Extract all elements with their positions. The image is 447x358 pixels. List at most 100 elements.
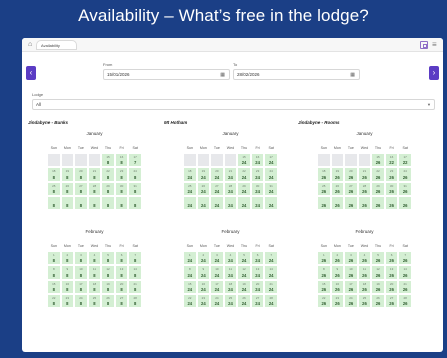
calendar-day[interactable]: 26 24 [237,293,251,308]
calendar-day[interactable]: 7 26 [398,251,412,266]
calendar-day[interactable]: 21 24 [223,167,238,182]
calendar-day[interactable]: 5 24 [237,251,251,266]
calendar-day[interactable]: 14 24 [264,265,278,280]
calendar-day[interactable]: 26 [384,195,399,210]
calendar-day[interactable]: 19 26 [371,279,385,294]
calendar-day[interactable]: 24 8 [128,167,142,182]
to-date-field[interactable]: 28/02/2026 ▦ [233,69,360,80]
calendar-day[interactable]: 12 26 [371,265,385,280]
calendar-day[interactable]: 27 8 [114,293,129,308]
calendar-day[interactable]: 16 26 [330,279,345,294]
calendar-day[interactable]: 11 8 [87,265,102,280]
calendar-day[interactable]: 18 26 [317,167,331,182]
calendar-day[interactable]: 8 [74,195,88,210]
calendar-day[interactable]: 25 24 [223,293,238,308]
calendar-day[interactable]: 30 26 [384,181,399,196]
calendar-day[interactable]: 13 24 [250,265,265,280]
calendar-day[interactable]: 26 26 [371,293,385,308]
calendar-day[interactable]: 17 8 [74,279,88,294]
calendar-day[interactable]: 22 8 [101,167,115,182]
calendar-day[interactable]: 24 [196,195,211,210]
calendar-day[interactable]: 6 24 [250,251,265,266]
calendar-day[interactable]: 26 8 [101,293,115,308]
calendar-day[interactable]: 26 8 [60,181,75,196]
calendar-day[interactable]: 48 [87,251,102,266]
calendar-day[interactable]: 19 8 [101,279,115,294]
calendar-day[interactable]: 3 26 [344,251,358,266]
calendar-day[interactable]: 28 26 [357,181,372,196]
calendar-day[interactable]: 30 24 [250,181,265,196]
calendar-day[interactable]: 21 8 [128,279,142,294]
calendar-day[interactable]: 30 8 [114,181,129,196]
calendar-day[interactable]: 29 26 [371,181,385,196]
calendar-day[interactable]: 11 26 [357,265,372,280]
calendar-day[interactable]: 9 24 [196,265,211,280]
calendar-day[interactable]: 28 8 [87,181,102,196]
calendar-day[interactable]: 25 26 [357,293,372,308]
calendar-day[interactable]: 11 24 [223,265,238,280]
calendar-day[interactable]: 23 24 [250,167,265,182]
calendar-day[interactable]: 7 24 [264,251,278,266]
calendar-day[interactable]: 16 24 [196,279,211,294]
calendar-day[interactable]: 13 8 [114,265,129,280]
calendar-day[interactable]: 24 [223,195,238,210]
calendar-day[interactable]: 1 26 [317,251,331,266]
calendar-day[interactable]: 18 26 [357,279,372,294]
calendar-day[interactable]: 22 24 [183,293,197,308]
calendar-day[interactable]: 25 24 [183,181,197,196]
calendar-day[interactable]: 16 8 [114,153,129,168]
calendar-day[interactable]: 14 8 [128,265,142,280]
calendar-day[interactable]: 16 24 [250,153,265,168]
calendar-day[interactable]: 88 [47,265,61,280]
calendar-day[interactable]: 5 26 [371,251,385,266]
calendar-day[interactable]: 25 26 [317,181,331,196]
calendar-day[interactable]: 2 24 [196,251,211,266]
calendar-day[interactable]: 15 24 [237,153,251,168]
calendar-day[interactable]: 38 [74,251,88,266]
calendar-day[interactable]: 19 24 [237,279,251,294]
calendar-day[interactable]: 15 26 [371,153,385,168]
calendar-day[interactable]: 28 8 [128,293,142,308]
calendar-day[interactable]: 18 8 [47,167,61,182]
calendar-day[interactable]: 8 [128,195,142,210]
calendar-day[interactable]: 8 [101,195,115,210]
calendar-day[interactable]: 20 26 [384,279,399,294]
calendar-day[interactable]: 15 24 [183,279,197,294]
calendar-day[interactable]: 17 24 [264,153,278,168]
calendar-day[interactable]: 21 8 [87,167,102,182]
calendar-day[interactable]: 17 26 [344,279,358,294]
calendar-day[interactable]: 23 24 [196,293,211,308]
calendar-day[interactable]: 21 26 [398,279,412,294]
calendar-day[interactable]: 24 24 [264,167,278,182]
calendar-day[interactable]: 17 22 [398,153,412,168]
calendar-day[interactable]: 20 8 [74,167,88,182]
calendar-day[interactable]: 8 [60,195,75,210]
calendar-day[interactable]: 25 8 [87,293,102,308]
calendar-day[interactable]: 26 [344,195,358,210]
calendar-day[interactable]: 10 8 [74,265,88,280]
calendar-day[interactable]: 13 26 [384,265,399,280]
calendar-day[interactable]: 26 [371,195,385,210]
calendar-day[interactable]: 4 26 [357,251,372,266]
calendar-day[interactable]: 26 [357,195,372,210]
calendar-day[interactable]: 16 22 [384,153,399,168]
calendar-day[interactable]: 23 8 [114,167,129,182]
calendar-day[interactable]: 16 8 [60,279,75,294]
calendar-day[interactable]: 26 [330,195,345,210]
calendar-day[interactable]: 8 24 [183,265,197,280]
calendar-day[interactable]: 27 24 [250,293,265,308]
calendar-day[interactable]: 28 26 [398,293,412,308]
calendar-day[interactable]: 18 [47,251,61,266]
calendar-day[interactable]: 31 8 [128,181,142,196]
calendar-day[interactable]: 25 8 [47,181,61,196]
previous-button[interactable]: ‹ [26,66,36,80]
calendar-day[interactable]: 22 26 [317,293,331,308]
calendar-day[interactable]: 19 26 [330,167,345,182]
calendar-day[interactable]: 10 26 [344,265,358,280]
from-date-field[interactable]: 15/01/2026 ▦ [103,69,230,80]
calendar-day[interactable]: 23 26 [384,167,399,182]
calendar-day[interactable]: 15 8 [47,279,61,294]
calendar-day[interactable]: 22 8 [47,293,61,308]
calendar-day[interactable]: 20 26 [344,167,358,182]
calendar-day[interactable]: 78 [128,251,142,266]
